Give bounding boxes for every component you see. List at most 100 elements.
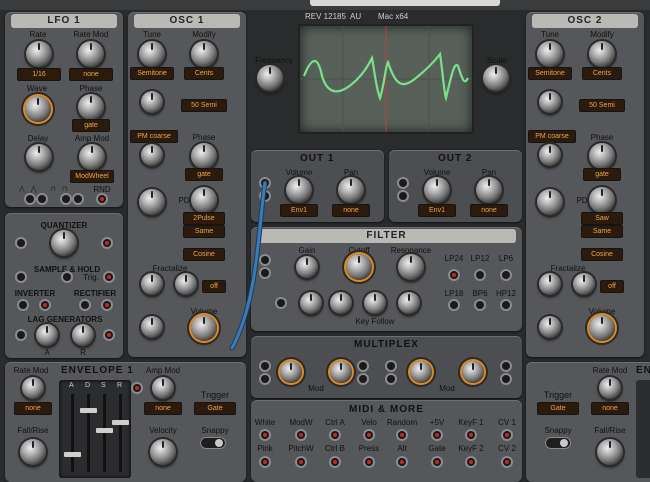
filter-mode-jack-1[interactable] <box>450 271 458 279</box>
osc2-tune-display[interactable]: Semitone <box>528 67 572 80</box>
quantizer-in-jack[interactable] <box>17 239 25 247</box>
midi-press-jack[interactable] <box>365 458 373 466</box>
lfo-rate-mod-display[interactable]: none <box>69 68 113 81</box>
sh-in-jack[interactable] <box>17 273 25 281</box>
osc1-cosine-display[interactable]: Cosine <box>183 248 225 261</box>
mux-jack-7[interactable] <box>502 362 510 370</box>
lfo-out-jack-4[interactable] <box>74 195 82 203</box>
osc2-pm-knob[interactable] <box>539 144 561 166</box>
out1-pan-display[interactable]: none <box>332 204 370 217</box>
env1-amp-mod-display[interactable]: none <box>144 402 182 415</box>
filter-mode-lp6[interactable]: LP6 <box>499 254 513 263</box>
mux-knob-2[interactable] <box>330 361 352 383</box>
osc1-volume-knob[interactable] <box>191 315 217 341</box>
osc2-semi-knob[interactable] <box>539 91 561 113</box>
lfo-rate-knob[interactable] <box>26 41 52 67</box>
osc1-fractalize-mod-knob[interactable] <box>175 273 197 295</box>
env1-slider-a-handle[interactable] <box>64 452 81 457</box>
quantizer-out-jack[interactable] <box>103 239 111 247</box>
midi-keyf2-jack[interactable] <box>467 458 475 466</box>
osc2-cosine-display[interactable]: Cosine <box>581 248 623 261</box>
env1-trigger-display[interactable]: Gate <box>194 402 236 415</box>
env2-rate-mod-display[interactable]: none <box>591 402 629 415</box>
lfo-wave-knob[interactable] <box>25 96 51 122</box>
osc1-modify-knob[interactable] <box>191 41 217 67</box>
out1-volume-knob[interactable] <box>286 177 312 203</box>
mux-jack-4[interactable] <box>359 375 367 383</box>
midi-pitchw-jack[interactable] <box>297 458 305 466</box>
out1-in-jack-2[interactable] <box>261 192 269 200</box>
filter-mode-bp6[interactable]: BP6 <box>472 289 487 298</box>
inverter-in-jack[interactable] <box>19 301 27 309</box>
midi-ctrlb-jack[interactable] <box>331 458 339 466</box>
midi-plus5v-jack[interactable] <box>433 431 441 439</box>
env1-fall-rise-knob[interactable] <box>20 439 46 465</box>
midi-alt-jack[interactable] <box>398 458 406 466</box>
sh-out-jack[interactable] <box>105 273 113 281</box>
osc1-pd-display[interactable]: 2Pulse <box>183 212 225 225</box>
rectifier-in-jack[interactable] <box>81 301 89 309</box>
lfo-out-jack-1[interactable] <box>26 195 34 203</box>
env1-slider-s-handle[interactable] <box>96 428 113 433</box>
out2-pan-display[interactable]: none <box>470 204 508 217</box>
midi-random-jack[interactable] <box>398 431 406 439</box>
filter-mod-knob-2[interactable] <box>330 292 352 314</box>
out2-pan-knob[interactable] <box>476 177 502 203</box>
out2-volume-display[interactable]: Env1 <box>418 204 456 217</box>
midi-ctrla-jack[interactable] <box>331 431 339 439</box>
lfo-rate-display[interactable]: 1/16 <box>17 68 61 81</box>
osc2-volume-knob[interactable] <box>589 315 615 341</box>
lfo-delay-knob[interactable] <box>26 144 52 170</box>
env1-rate-mod-knob[interactable] <box>22 377 44 399</box>
osc1-semi-display[interactable]: 50 Semi <box>181 99 227 112</box>
quantizer-knob[interactable] <box>51 230 77 256</box>
osc1-mod-knob[interactable] <box>141 316 163 338</box>
mux-jack-2[interactable] <box>261 375 269 383</box>
midi-cv2-jack[interactable] <box>503 458 511 466</box>
filter-mode-hp12[interactable]: HP12 <box>496 289 516 298</box>
osc2-semi-display[interactable]: 50 Semi <box>579 99 625 112</box>
filter-mode-lp12[interactable]: LP12 <box>471 254 490 263</box>
sh-trig-jack[interactable] <box>63 273 71 281</box>
filter-cutoff-knob[interactable] <box>346 254 372 280</box>
osc2-pd-display[interactable]: Saw <box>581 212 623 225</box>
osc1-pm-knob[interactable] <box>141 144 163 166</box>
osc2-fractalize-display[interactable]: off <box>600 280 624 293</box>
filter-in-jack-1[interactable] <box>261 256 269 264</box>
lfo-amp-mod-display[interactable]: ModWheel <box>70 170 114 183</box>
rectifier-out-jack[interactable] <box>103 301 111 309</box>
mux-knob-3[interactable] <box>410 361 432 383</box>
osc2-tune-knob[interactable] <box>537 41 563 67</box>
mux-jack-5[interactable] <box>387 362 395 370</box>
lag-out-jack[interactable] <box>105 331 113 339</box>
mux-jack-8[interactable] <box>502 375 510 383</box>
mux-knob-1[interactable] <box>280 361 302 383</box>
filter-mode-jack-3[interactable] <box>502 271 510 279</box>
env1-velocity-knob[interactable] <box>150 439 176 465</box>
osc2-fractalize-knob[interactable] <box>539 273 561 295</box>
filter-mod-jack-1[interactable] <box>277 299 285 307</box>
osc1-pd-knob[interactable] <box>191 187 217 213</box>
env1-snappy-toggle[interactable] <box>201 438 225 448</box>
osc2-phase-display[interactable]: gate <box>583 168 621 181</box>
scale-knob[interactable] <box>483 65 509 91</box>
osc1-phase-knob[interactable] <box>191 143 217 169</box>
mux-knob-4[interactable] <box>462 361 484 383</box>
lfo-out-jack-3[interactable] <box>62 195 70 203</box>
osc2-mod-knob[interactable] <box>539 316 561 338</box>
osc1-tune-display[interactable]: Semitone <box>130 67 174 80</box>
filter-mode-jack-5[interactable] <box>476 301 484 309</box>
out1-pan-knob[interactable] <box>338 177 364 203</box>
midi-keyf1-jack[interactable] <box>467 431 475 439</box>
filter-mode-jack-2[interactable] <box>476 271 484 279</box>
filter-mode-lp18[interactable]: LP18 <box>445 289 464 298</box>
osc2-fractalize-mod-knob[interactable] <box>573 273 595 295</box>
osc1-waveform-knob[interactable] <box>139 189 165 215</box>
env1-rate-mod-display[interactable]: none <box>14 402 52 415</box>
osc2-pm-display[interactable]: PM coarse <box>528 130 576 143</box>
osc1-pm-display[interactable]: PM coarse <box>130 130 178 143</box>
env2-fall-rise-knob[interactable] <box>597 439 623 465</box>
mux-jack-1[interactable] <box>261 362 269 370</box>
midi-cv1-jack[interactable] <box>503 431 511 439</box>
mux-jack-3[interactable] <box>359 362 367 370</box>
